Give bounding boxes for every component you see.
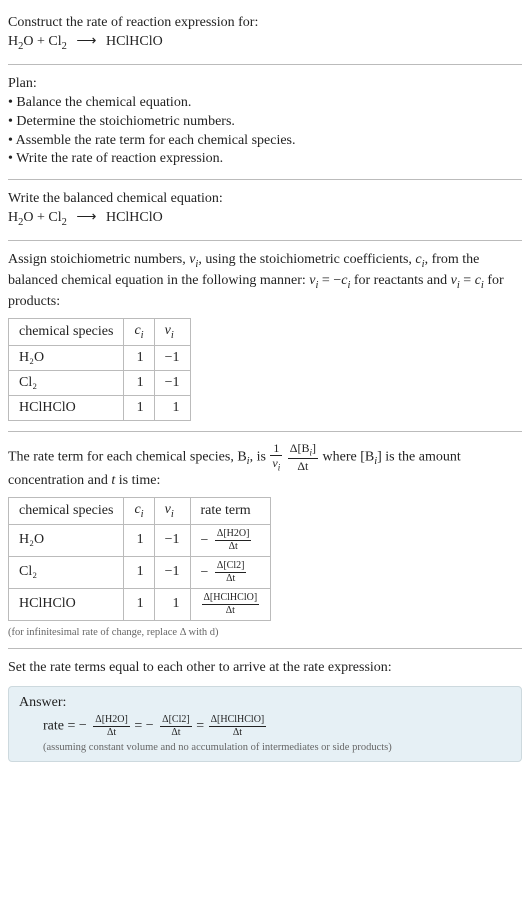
stoichiometry-table-2: chemical species ci νi rate term H₂O 1 −… bbox=[8, 497, 271, 621]
prompt-prefix: Construct the rate of reaction expressio… bbox=[8, 15, 258, 30]
rate-term-cell: Δ[HClHClO] Δt bbox=[190, 588, 271, 620]
divider bbox=[8, 240, 522, 241]
plan-block: Plan: • Balance the chemical equation. •… bbox=[8, 75, 522, 169]
plan-heading: Plan: bbox=[8, 76, 37, 91]
table-row: chemical species ci νi rate term bbox=[9, 498, 271, 525]
rateterm-block: The rate term for each chemical species,… bbox=[8, 442, 522, 491]
table-row: H₂O 1 −1 bbox=[9, 345, 191, 370]
rate-term-cell: − Δ[Cl2] Δt bbox=[190, 556, 271, 588]
table-row: Cl₂ 1 −1 − Δ[Cl2] Δt bbox=[9, 556, 271, 588]
assign-block: Assign stoichiometric numbers, νi, using… bbox=[8, 251, 522, 312]
table-row: chemical species ci νi bbox=[9, 319, 191, 346]
rate-term-cell: − Δ[H2O] Δt bbox=[190, 524, 271, 556]
plan-item-4: • Write the rate of reaction expression. bbox=[8, 151, 223, 166]
col-ci: ci bbox=[124, 498, 154, 525]
answer-assumption: (assuming constant volume and no accumul… bbox=[43, 742, 511, 753]
divider bbox=[8, 648, 522, 649]
col-nui: νi bbox=[154, 498, 190, 525]
arrow-icon: ⟶ bbox=[76, 34, 96, 49]
table-row: Cl₂ 1 −1 bbox=[9, 370, 191, 395]
table-row: HClHClO 1 1 Δ[HClHClO] Δt bbox=[9, 588, 271, 620]
equation-unbalanced: H2O + Cl2 ⟶ HClHClO bbox=[8, 34, 163, 49]
col-species: chemical species bbox=[9, 498, 124, 525]
plan-item-1: • Balance the chemical equation. bbox=[8, 95, 191, 110]
divider bbox=[8, 179, 522, 180]
balanced-heading: Write the balanced chemical equation: bbox=[8, 191, 223, 206]
table-row: HClHClO 1 1 bbox=[9, 395, 191, 420]
stoichiometry-table-1: chemical species ci νi H₂O 1 −1 Cl₂ 1 −1… bbox=[8, 318, 191, 421]
answer-box: Answer: rate = − Δ[H2O] Δt = − Δ[Cl2] Δt… bbox=[8, 686, 522, 762]
fraction-dbi-dt: Δ[Bi] Δt bbox=[288, 442, 318, 472]
infinitesimal-note: (for infinitesimal rate of change, repla… bbox=[8, 627, 522, 638]
fraction-1-over-nu: 1 νi bbox=[270, 442, 282, 472]
prompt-block: Construct the rate of reaction expressio… bbox=[8, 14, 522, 54]
set-equal-text: Set the rate terms equal to each other t… bbox=[8, 659, 522, 678]
divider bbox=[8, 431, 522, 432]
balanced-block: Write the balanced chemical equation: H2… bbox=[8, 190, 522, 230]
col-ci: ci bbox=[124, 319, 154, 346]
answer-label: Answer: bbox=[19, 695, 511, 711]
arrow-icon: ⟶ bbox=[76, 210, 96, 225]
col-nui: νi bbox=[154, 319, 190, 346]
plan-item-2: • Determine the stoichiometric numbers. bbox=[8, 114, 235, 129]
equation-balanced: H2O + Cl2 ⟶ HClHClO bbox=[8, 210, 163, 225]
table-row: H₂O 1 −1 − Δ[H2O] Δt bbox=[9, 524, 271, 556]
col-species: chemical species bbox=[9, 319, 124, 346]
col-rateterm: rate term bbox=[190, 498, 271, 525]
divider bbox=[8, 64, 522, 65]
plan-item-3: • Assemble the rate term for each chemic… bbox=[8, 133, 296, 148]
rate-expression: rate = − Δ[H2O] Δt = − Δ[Cl2] Δt = Δ[HCl… bbox=[43, 715, 511, 738]
